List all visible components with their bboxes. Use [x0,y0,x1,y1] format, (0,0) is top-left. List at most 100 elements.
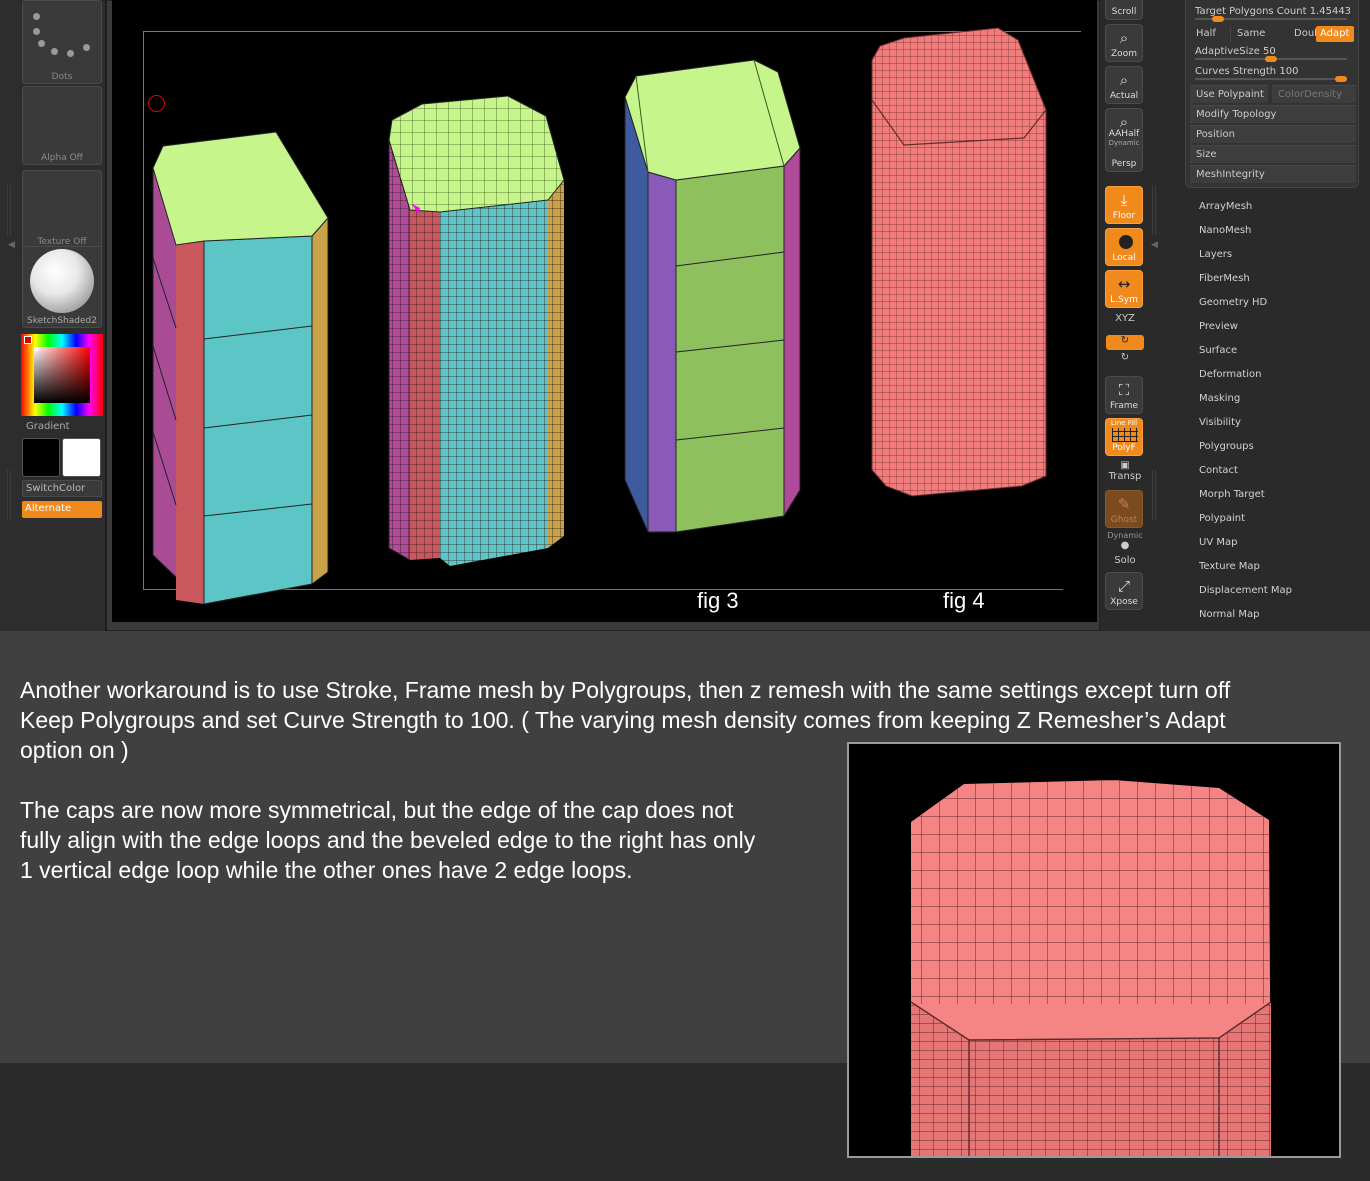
color-picker[interactable] [21,334,103,416]
curves-strength-track[interactable] [1195,76,1347,82]
menu-morph-target[interactable]: Morph Target [1199,489,1265,500]
target-polygons-value: 1.45443 [1309,6,1352,17]
ghost-icon: ✎ [1117,495,1131,513]
floor-icon: ⤓ [1120,191,1128,209]
slider-knob[interactable] [1335,76,1347,82]
menu-geometry-hd[interactable]: Geometry HD [1199,297,1267,308]
stroke-dot [67,50,74,57]
switchcolor-button[interactable]: SwitchColor [22,480,102,497]
polyf-button[interactable]: Line Fill PolyF [1105,418,1143,456]
zoom-label: Zoom [1111,49,1137,59]
ghost-label: Ghost [1110,515,1138,525]
position-button[interactable]: Position [1190,125,1356,143]
actual-button[interactable]: ⌕ Actual [1105,66,1143,104]
frame-button[interactable]: ⛶ Frame [1105,376,1143,414]
menu-uv-map[interactable]: UV Map [1199,537,1237,548]
tray-arrow-icon[interactable]: ◀ [8,240,15,250]
menu-polygroups[interactable]: Polygroups [1199,441,1254,452]
tray-grip[interactable] [1152,185,1158,235]
rotate-y-icon[interactable]: ↻ [1106,335,1144,350]
menu-contact[interactable]: Contact [1199,465,1238,476]
local-button[interactable]: Local [1105,228,1143,266]
alternate-button[interactable]: Alternate [22,501,102,518]
material-thumbnail[interactable]: SketchShaded2 [22,246,102,328]
menu-layers[interactable]: Layers [1199,249,1232,260]
lsym-icon: ↔ [1117,275,1131,293]
paragraph-line: Keep Polygroups and set Curve Strength t… [20,707,1226,733]
xpose-label: Xpose [1110,597,1138,607]
zoom-button[interactable]: ⌕ Zoom [1105,24,1143,62]
tray-grip[interactable] [1152,470,1158,520]
xyz-toggle[interactable]: XYZ [1106,313,1144,324]
color-saturation-square[interactable] [34,347,90,403]
tray-arrow-icon[interactable]: ◀ [1151,240,1158,250]
slider-knob[interactable] [1211,16,1224,22]
target-polygons-label: Target Polygons Count [1195,6,1307,17]
tray-grip[interactable] [7,470,13,520]
adaptivesize-track[interactable] [1195,56,1347,62]
transp-button[interactable]: Transp [1106,471,1144,482]
solo-button[interactable]: Solo [1106,555,1144,566]
curves-strength-slider[interactable]: Curves Strength 100 [1195,66,1298,77]
scroll-label: Scroll [1111,7,1137,17]
menu-normal-map[interactable]: Normal Map [1199,609,1259,620]
rotate-z-icon[interactable]: ↻ [1106,352,1144,363]
menu-deformation[interactable]: Deformation [1199,369,1261,380]
menu-displacement-map[interactable]: Displacement Map [1199,585,1292,596]
tray-grip[interactable] [7,185,13,235]
dynamic-label: Dynamic [1108,139,1140,147]
scroll-button[interactable]: Scroll [1105,0,1143,20]
stroke-dot [33,13,40,20]
mesh-closeup-image [847,742,1341,1158]
menu-texture-map[interactable]: Texture Map [1199,561,1260,572]
ghost-button[interactable]: ✎ Ghost [1105,490,1143,528]
menu-arraymesh[interactable]: ArrayMesh [1199,201,1252,212]
paragraph-2: The caps are now more symmetrical, but t… [20,795,755,885]
solo-icon: ● [1120,540,1130,551]
xpose-button[interactable]: ⤢ Xpose [1105,572,1143,610]
stroke-thumbnail[interactable]: Dots [22,0,102,84]
same-button[interactable]: Same [1230,26,1270,42]
meshintegrity-button[interactable]: MeshIntegrity [1190,165,1356,183]
half-button[interactable]: Half [1190,26,1230,42]
left-tray: ◀ Dots Alpha Off Texture Off SketchShade… [0,0,106,631]
frame-icon: ⛶ [1118,381,1130,399]
secondary-color-swatch[interactable] [62,438,101,477]
material-label: SketchShaded2 [27,316,97,326]
right-shelf: Scroll ⌕ Zoom ⌕ Actual ⌕ AAHalf Dynamic … [1100,0,1150,631]
floor-button[interactable]: ⤓ Floor [1105,186,1143,224]
fig4-label: fig 4 [943,588,985,613]
actual-label: Actual [1109,91,1139,101]
menu-fibermesh[interactable]: FiberMesh [1199,273,1250,284]
lsym-button[interactable]: ↔ L.Sym [1105,270,1143,308]
menu-masking[interactable]: Masking [1199,393,1240,404]
menu-surface[interactable]: Surface [1199,345,1237,356]
main-color-swatch[interactable] [22,438,60,477]
document-viewport[interactable]: fig 3 fig 4 [112,0,1097,622]
alpha-thumbnail[interactable]: Alpha Off [22,86,102,165]
adapt-button[interactable]: Adapt [1316,26,1354,42]
polyf-icon [1112,428,1138,442]
size-button[interactable]: Size [1190,145,1356,163]
adaptivesize-slider[interactable]: AdaptiveSize 50 [1195,46,1276,57]
transp-icon: ▣ [1120,460,1130,471]
modify-topology-button[interactable]: Modify Topology [1190,105,1356,123]
mesh-column-1 [152,131,329,606]
tool-palette: Target Polygons Count 1.45443 Half Same … [1184,0,1370,631]
use-polypaint-button[interactable]: Use Polypaint [1190,85,1268,103]
color-density-slider[interactable]: ColorDensity [1272,85,1356,103]
persp-label: Persp [1111,159,1137,169]
slider-knob[interactable] [1265,56,1277,62]
menu-polypaint[interactable]: Polypaint [1199,513,1245,524]
aahalf-persp-button[interactable]: ⌕ AAHalf Dynamic Persp [1105,108,1143,172]
menu-preview[interactable]: Preview [1199,321,1238,332]
gradient-label: Gradient [26,421,70,432]
lsym-label: L.Sym [1110,295,1138,305]
shelf-grip[interactable]: ◀ [1150,0,1184,631]
target-polygons-track[interactable] [1195,16,1347,22]
menu-nanomesh[interactable]: NanoMesh [1199,225,1251,236]
menu-visibility[interactable]: Visibility [1199,417,1241,428]
curves-strength-label: Curves Strength [1195,66,1277,77]
zbrush-screenshot: ◀ Dots Alpha Off Texture Off SketchShade… [0,0,1370,631]
texture-thumbnail[interactable]: Texture Off [22,170,102,249]
